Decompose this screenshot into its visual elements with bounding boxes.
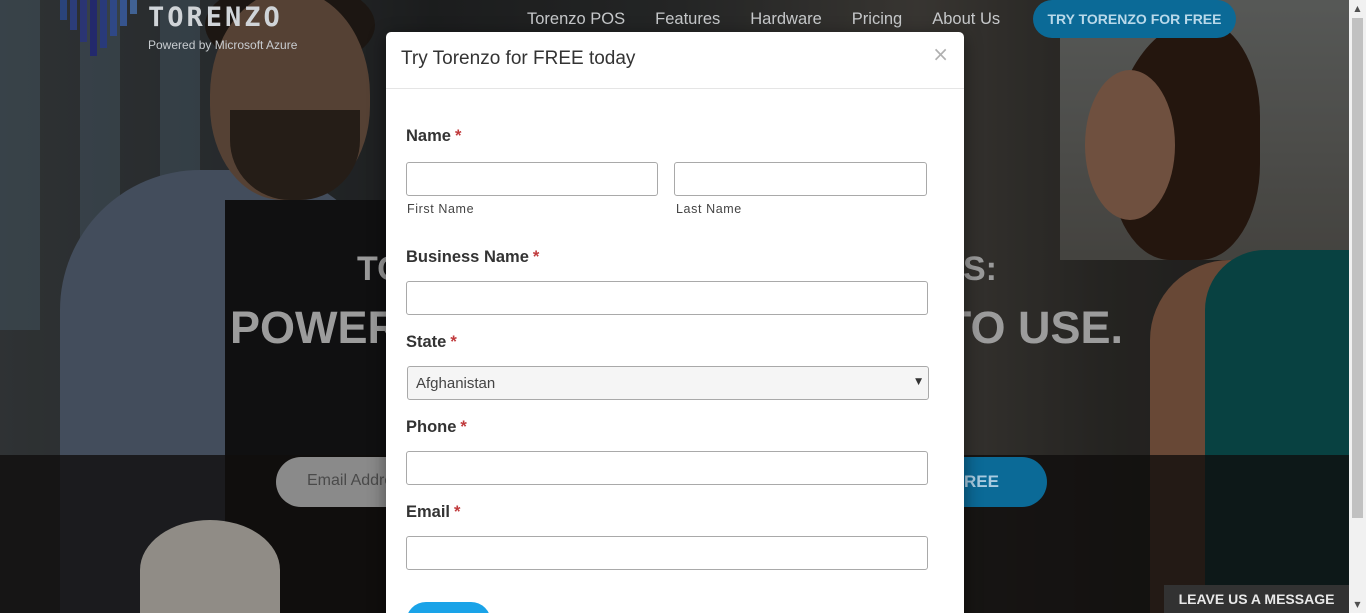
- nav-link-torenzo-pos[interactable]: Torenzo POS: [527, 10, 625, 29]
- scroll-up-icon[interactable]: ▲: [1349, 0, 1366, 17]
- state-label: State *: [406, 333, 457, 352]
- business-name-input[interactable]: [406, 281, 928, 315]
- page-scrollbar[interactable]: ▲ ▼: [1349, 0, 1366, 613]
- logo-subtitle: Powered by Microsoft Azure: [148, 38, 298, 52]
- name-label-text: Name: [406, 127, 451, 145]
- signup-modal: Try Torenzo for FREE today × Name * First…: [386, 32, 964, 613]
- scroll-down-icon[interactable]: ▼: [1349, 596, 1366, 613]
- hero-heading-line2-left: POWER: [230, 302, 401, 353]
- close-icon[interactable]: ×: [932, 44, 949, 64]
- last-name-sublabel: Last Name: [676, 202, 742, 216]
- required-marker: *: [454, 127, 462, 145]
- state-select[interactable]: Afghanistan ▼: [407, 366, 929, 400]
- torenzo-logo-icon: [60, 0, 137, 56]
- state-select-value: Afghanistan: [416, 375, 496, 392]
- nav-link-hardware[interactable]: Hardware: [750, 10, 822, 29]
- state-label-text: State: [406, 333, 447, 351]
- business-name-label-text: Business Name: [406, 248, 529, 266]
- email-label: Email *: [406, 503, 460, 522]
- nav-link-features[interactable]: Features: [655, 10, 720, 29]
- phone-label: Phone *: [406, 418, 467, 437]
- business-name-label: Business Name *: [406, 248, 539, 267]
- phone-input[interactable]: [406, 451, 928, 485]
- submit-button[interactable]: [406, 602, 491, 613]
- modal-title: Try Torenzo for FREE today: [401, 48, 636, 69]
- nav-link-about-us[interactable]: About Us: [932, 10, 1000, 29]
- chevron-down-icon: ▼: [915, 377, 922, 387]
- scrollbar-thumb[interactable]: [1352, 18, 1363, 518]
- modal-header: Try Torenzo for FREE today ×: [386, 32, 964, 89]
- required-marker: *: [450, 333, 457, 351]
- logo[interactable]: TORENZO Powered by Microsoft Azure: [58, 0, 318, 60]
- last-name-input[interactable]: [674, 162, 927, 196]
- email-label-text: Email: [406, 503, 451, 521]
- logo-wordmark: TORENZO: [148, 2, 283, 33]
- phone-label-text: Phone: [406, 418, 457, 436]
- required-marker: *: [460, 418, 467, 436]
- required-marker: *: [454, 503, 461, 521]
- leave-message-tab[interactable]: LEAVE US A MESSAGE: [1164, 585, 1349, 613]
- nav-link-pricing[interactable]: Pricing: [852, 10, 902, 29]
- hero-heading-line1-right: S:: [963, 250, 997, 288]
- try-free-cta-button[interactable]: TRY TORENZO FOR FREE: [1033, 0, 1236, 38]
- email-input[interactable]: [406, 536, 928, 570]
- name-label: Name *: [406, 127, 461, 146]
- first-name-sublabel: First Name: [407, 202, 475, 216]
- first-name-input[interactable]: [406, 162, 658, 196]
- hero-heading-line2-right: TO USE.: [943, 302, 1123, 353]
- required-marker: *: [532, 248, 540, 266]
